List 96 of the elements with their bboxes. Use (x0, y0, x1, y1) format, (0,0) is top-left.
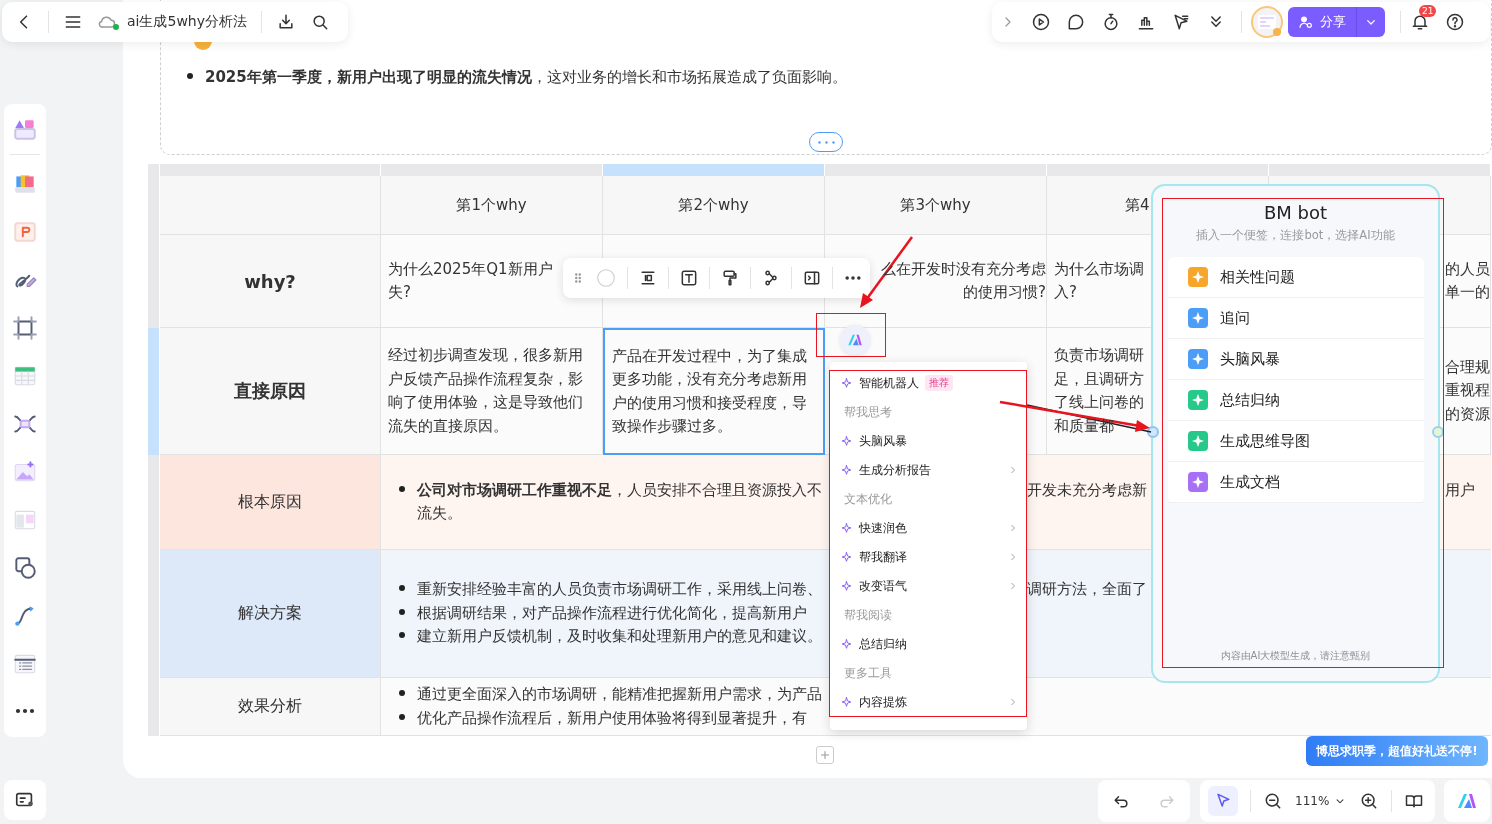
text-line: 产品在开发过程中，为了集成更多功能，没有充分考虑新用户的使用习惯和接受程度，导致操作步骤过多。 (612, 345, 808, 437)
text-line: 优化产品操作流程后，新用户使用体验将得到显著提升，有 (417, 707, 807, 729)
text-line: 负责市场调研 (1054, 345, 1144, 366)
menu-item[interactable]: 帮我翻译 (833, 547, 1024, 567)
user-add-icon (1298, 14, 1314, 30)
row-header: 效果分析 (160, 678, 381, 736)
bot-function-item[interactable]: 头脑风暴 (1168, 339, 1424, 380)
text-line: 流失。 (417, 503, 463, 524)
share-button[interactable]: 分享 (1288, 7, 1356, 37)
zoom-out-icon[interactable] (1263, 791, 1283, 811)
zoom-level[interactable]: 111% (1295, 794, 1330, 808)
side-panel-icon[interactable] (802, 268, 822, 288)
text-line: 的人员 (1445, 258, 1490, 280)
text-line: 建立新用户反馈机制，及时收集和处理新用户的意见和建议。 (417, 626, 822, 648)
text-line: 了线上问卷的 (1054, 392, 1144, 413)
slide-icon[interactable] (12, 219, 38, 245)
download-icon[interactable] (276, 12, 296, 32)
text-line: 为什么2025年Q1新用户 (388, 258, 553, 280)
notification-badge: 21 (1419, 5, 1437, 17)
text-line: 重视程 (1445, 380, 1490, 402)
row-header: why? (160, 235, 381, 328)
annotation-box (816, 313, 886, 357)
document-title[interactable]: ai生成5why分析法 (127, 13, 247, 31)
menu-item[interactable]: 智能机器人 推荐 (833, 373, 1024, 393)
text-line: 的资源 (1445, 403, 1490, 425)
menu-item[interactable]: 快速润色 (833, 518, 1024, 538)
document-thumbnail-icon[interactable] (1251, 6, 1283, 38)
bot-function-item[interactable]: 生成文档 (1168, 462, 1424, 503)
row-header: 直接原因 (160, 328, 381, 455)
search-icon[interactable] (310, 12, 330, 32)
menu-item[interactable]: 头脑风暴 (833, 431, 1024, 451)
share-dropdown[interactable] (1356, 7, 1385, 37)
color-swatch-icon[interactable] (595, 267, 617, 289)
bullet-icon (399, 713, 405, 720)
text-line: 重新安排经验丰富的人员负责市场调研工作，采用线上问卷、 (417, 579, 822, 601)
laser-pointer-icon[interactable] (1171, 12, 1191, 32)
bullet-icon (399, 608, 405, 615)
frame-icon[interactable] (12, 315, 38, 341)
text-line: 的使用习惯? (963, 282, 1046, 303)
menu-section-label: 帮我阅读 (843, 606, 893, 624)
text-line: 公司对市场调研工作重视不足，人员安排不合理且资源投入不 (417, 479, 822, 501)
bullet-icon (399, 585, 405, 592)
column-header: 第3个why (825, 176, 1047, 235)
bot-function-item[interactable]: 总结归纳 (1168, 380, 1424, 421)
bullet-icon (399, 632, 405, 639)
bullet-icon (187, 73, 193, 79)
text-fragment: 调研方法，全面了 (1027, 580, 1147, 599)
menu-section-label: 文本优化 (843, 490, 893, 508)
sparkle-icon (840, 695, 853, 709)
text-line: 失? (388, 282, 412, 303)
menu-section-label: 更多工具 (843, 664, 893, 682)
disclaimer-text: 内容由AI大模型生成，请注意甄别 (1220, 649, 1371, 663)
menu-item[interactable]: 内容提炼 (833, 692, 1024, 712)
row-header: 根本原因 (160, 455, 381, 550)
help-icon[interactable] (1445, 12, 1465, 32)
more-button[interactable] (809, 132, 843, 152)
paint-roller-icon[interactable] (720, 268, 740, 288)
text-line: 经过初步调查发现，很多新用户反馈产品操作流程复杂，影响了使用体验，这是导致他们流失的直接原因。 (388, 345, 584, 437)
sparkle-icon (840, 637, 853, 651)
menu-item[interactable]: 改变语气 (833, 576, 1024, 596)
row-header: 解决方案 (160, 550, 381, 678)
sparkle-icon (840, 521, 853, 535)
sparkle-icon (840, 376, 853, 390)
timer-icon[interactable] (1101, 12, 1121, 32)
select-tool-button[interactable] (1208, 786, 1238, 816)
text-line: 根据调研结果，对产品操作流程进行优化简化，提高新用户 (417, 602, 807, 624)
comment-icon[interactable] (1066, 12, 1086, 32)
text-line: 足，且调研方 (1054, 368, 1144, 390)
text-fragment: 开发未充分考虑新 (1027, 480, 1147, 499)
text-line: 通过更全面深入的市场调研，能精准把握新用户需求，为产品 (417, 684, 822, 705)
column-header: 第1个why (381, 176, 603, 235)
sparkle-icon (840, 463, 853, 477)
text-line: 入? (1054, 282, 1078, 303)
text-fragment: 用户 (1445, 480, 1475, 499)
sparkle-icon (840, 434, 853, 448)
menu-section-label: 帮我思考 (843, 403, 893, 421)
menu-item[interactable]: 总结归纳 (833, 634, 1024, 654)
more-icon (817, 140, 835, 144)
play-icon[interactable] (1031, 12, 1051, 32)
text-line: 合理规 (1445, 356, 1490, 378)
bot-function-item[interactable]: 相关性问题 (1168, 257, 1424, 298)
plus-icon (818, 748, 832, 762)
bullet-icon (399, 485, 405, 492)
bot-function-item[interactable]: 生成思维导图 (1168, 421, 1424, 462)
text-box-icon[interactable] (679, 268, 699, 288)
paragraph: 2025年第一季度，新用户出现了明显的流失情况，这对业务的增长和市场拓展造成了负面影响。 (205, 67, 847, 88)
shape-icon[interactable] (12, 555, 38, 581)
bot-function-item[interactable]: 追问 (1168, 298, 1424, 339)
menu-item[interactable]: 生成分析报告 (833, 460, 1024, 480)
text-line: 单一的 (1445, 282, 1490, 303)
text-line: 为什么市场调 (1054, 258, 1144, 280)
column-header: 第2个why (603, 176, 825, 235)
bullet-icon (399, 690, 405, 696)
recommended-badge: 推荐 (925, 375, 953, 391)
sparkle-icon (840, 579, 853, 593)
sparkle-icon (840, 550, 853, 564)
